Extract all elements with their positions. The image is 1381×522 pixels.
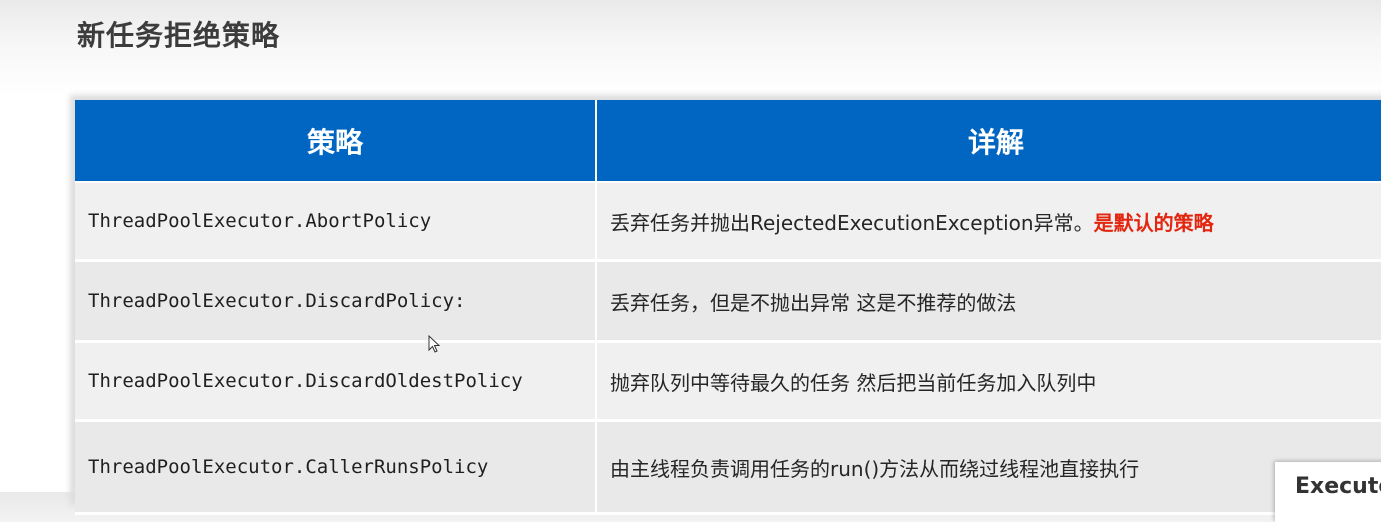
detail-cell: 丢弃任务并抛出RejectedExecutionException异常。是默认的… [596,182,1381,262]
detail-text: 由主线程负责调用任务的run()方法从而绕过线程池直接执行 [610,456,1140,481]
detail-cell: 由主线程负责调用任务的run()方法从而绕过线程池直接执行 [596,420,1381,515]
table-row: ThreadPoolExecutor.DiscardOldestPolicy 抛… [75,341,1381,422]
policy-cell: ThreadPoolExecutor.DiscardPolicy: [75,260,597,343]
policy-name: ThreadPoolExecutor.CallerRunsPolicy [88,456,489,478]
default-policy-highlight: 是默认的策略 [1093,210,1214,235]
policy-detail: 丢弃任务并抛出RejectedExecutionException异常。是默认的… [610,211,1214,235]
corner-card: Executo [1275,462,1381,522]
detail-cell: 抛弃队列中等待最久的任务 然后把当前任务加入队列中 [596,341,1381,422]
table-row: ThreadPoolExecutor.AbortPolicy 丢弃任务并抛出Re… [75,182,1381,262]
pointer-cursor-icon [428,335,440,353]
policy-cell: ThreadPoolExecutor.AbortPolicy [75,182,597,262]
detail-cell: 丢弃任务，但是不抛出异常 这是不推荐的做法 [596,260,1381,343]
policy-name: ThreadPoolExecutor.AbortPolicy [88,210,432,232]
policy-name: ThreadPoolExecutor.DiscardPolicy: [88,290,466,312]
policy-name: ThreadPoolExecutor.DiscardOldestPolicy [88,370,523,392]
detail-text: 丢弃任务，但是不抛出异常 这是不推荐的做法 [610,290,1017,315]
detail-text: 丢弃任务并抛出RejectedExecutionException异常。 [610,210,1094,235]
header-detail: 详解 [596,100,1381,183]
policy-table: 策略 详解 ThreadPoolExecutor.AbortPolicy 丢弃任… [75,100,1381,515]
table-row: ThreadPoolExecutor.DiscardPolicy: 丢弃任务，但… [75,260,1381,343]
corner-card-label: Executo [1295,474,1381,499]
table-header-row: 策略 详解 [75,100,1381,183]
slide-title: 新任务拒绝策略 [77,19,281,52]
policy-cell: ThreadPoolExecutor.DiscardOldestPolicy [75,341,597,422]
table-row: ThreadPoolExecutor.CallerRunsPolicy 由主线程… [75,420,1381,515]
detail-text: 抛弃队列中等待最久的任务 然后把当前任务加入队列中 [610,370,1097,395]
policy-cell: ThreadPoolExecutor.CallerRunsPolicy [75,420,597,515]
header-policy: 策略 [75,100,597,183]
